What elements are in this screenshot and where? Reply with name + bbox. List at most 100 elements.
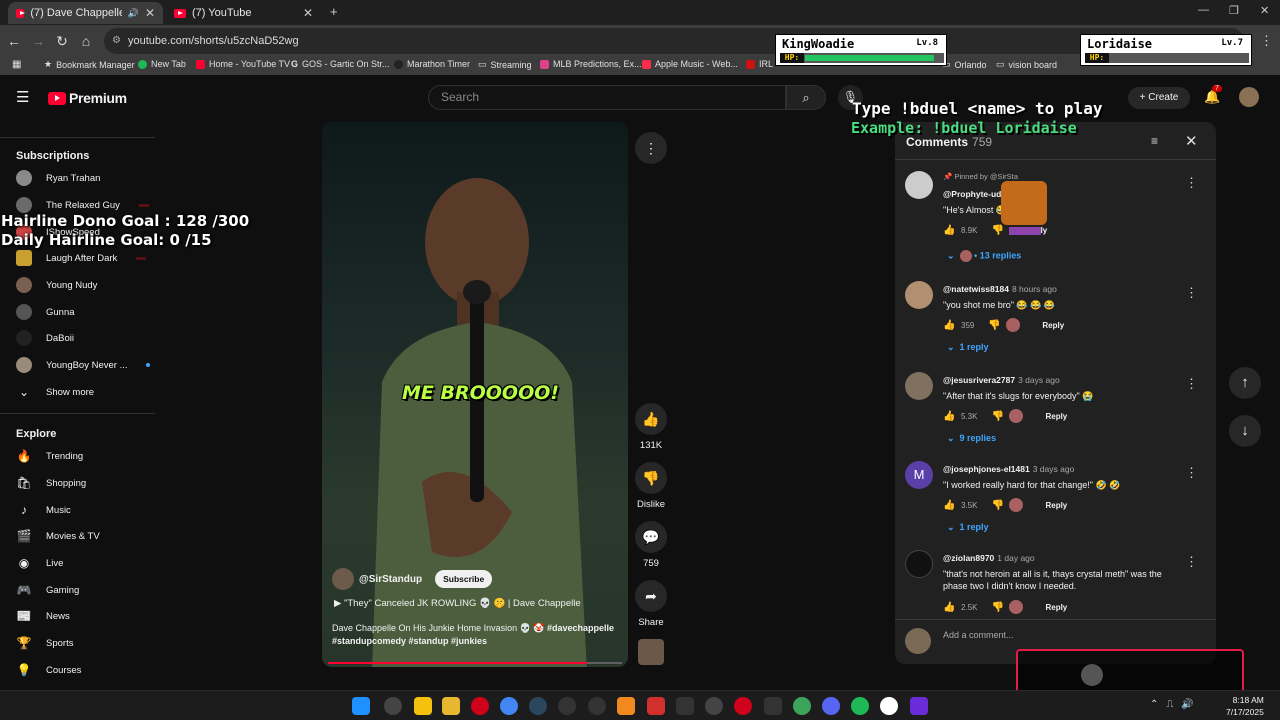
- thumbs-down-icon[interactable]: 👎: [991, 602, 1003, 613]
- shorts-video-player[interactable]: ME BROOOOO! @SirStandup Subscribe ▶ "The…: [322, 122, 628, 667]
- commenter-avatar[interactable]: [905, 372, 933, 400]
- bookmark-item[interactable]: MLB Predictions, Ex...: [540, 59, 642, 69]
- search-button[interactable]: ⌕: [786, 85, 826, 110]
- previous-short-button[interactable]: ↑: [1229, 367, 1261, 399]
- audacity-icon[interactable]: [617, 697, 635, 715]
- thumbs-down-icon[interactable]: 👎: [988, 320, 1000, 331]
- bookmark-item[interactable]: New Tab: [138, 59, 186, 69]
- sidebar-item-courses[interactable]: 💡 Courses: [16, 660, 82, 680]
- forward-icon[interactable]: →: [30, 33, 46, 49]
- channel-name[interactable]: @SirStandup: [359, 574, 422, 585]
- subscribe-button[interactable]: Subscribe: [435, 570, 493, 588]
- sidebar-item-young-nudy[interactable]: Young Nudy: [16, 275, 97, 295]
- thumbs-up-icon[interactable]: 👍: [943, 320, 955, 331]
- app-icon[interactable]: [910, 697, 928, 715]
- chevron-up-icon[interactable]: ⌃: [1150, 699, 1158, 710]
- sidebar-item-sports[interactable]: 🏆 Sports: [16, 633, 74, 653]
- thumbs-up-icon[interactable]: 👍: [943, 225, 955, 236]
- obs-icon[interactable]: [705, 697, 723, 715]
- volume-icon[interactable]: 🔊: [1181, 699, 1193, 710]
- comment-author[interactable]: @jesusrivera2787 3 days ago: [943, 375, 1060, 385]
- sidebar-item-shopping[interactable]: 🛍 Shopping: [16, 473, 86, 493]
- comments-button[interactable]: 💬 759: [634, 521, 668, 569]
- view-replies-button[interactable]: ⌄ 9 replies: [947, 433, 996, 444]
- bookmark-item[interactable]: ▭ vision board: [996, 59, 1057, 70]
- thumbs-down-icon[interactable]: 👎: [991, 225, 1003, 236]
- more-options-button[interactable]: ⋮: [634, 132, 668, 169]
- commenter-avatar[interactable]: [905, 281, 933, 309]
- dislike-button[interactable]: 👎 Dislike: [634, 462, 668, 510]
- reply-button[interactable]: Reply: [1045, 501, 1067, 510]
- new-tab-icon[interactable]: +: [330, 4, 338, 19]
- comment-author[interactable]: @natetwiss8184 8 hours ago: [943, 284, 1057, 294]
- view-replies-button[interactable]: ⌄ 1 reply: [947, 522, 989, 533]
- close-tab-icon[interactable]: ✕: [145, 6, 155, 20]
- sidebar-item-music[interactable]: ♪ Music: [16, 500, 71, 520]
- playlist-link[interactable]: ▶ "They" Canceled JK ROWLING 💀 🤫 | Dave …: [334, 598, 581, 609]
- sidebar-item-laugh-after-dark[interactable]: Laugh After Dark: [16, 248, 147, 268]
- app-icon[interactable]: [764, 697, 782, 715]
- spotify-icon[interactable]: [851, 697, 869, 715]
- bookmark-item[interactable]: Marathon Timer: [394, 59, 470, 69]
- bookmark-item[interactable]: ▭ Streaming: [478, 59, 532, 70]
- comment-author[interactable]: @Prophyte-ud: [943, 189, 1001, 199]
- windows-start-icon[interactable]: [352, 697, 370, 715]
- account-avatar[interactable]: [1239, 87, 1259, 107]
- discord-icon[interactable]: [822, 697, 840, 715]
- sidebar-item-live[interactable]: ◉ Live: [16, 553, 64, 573]
- bookmark-item[interactable]: ★ Bookmark Manager: [44, 59, 135, 70]
- bookmark-item[interactable]: Home - YouTube TV: [196, 59, 290, 69]
- comment-menu-icon[interactable]: ⋮: [1185, 175, 1198, 191]
- app-icon[interactable]: [734, 697, 752, 715]
- network-icon[interactable]: ⎍: [1166, 699, 1173, 710]
- notifications-button[interactable]: 🔔 7: [1204, 85, 1222, 105]
- back-icon[interactable]: ←: [6, 33, 22, 49]
- file-explorer-icon[interactable]: [442, 697, 460, 715]
- thumbs-down-icon[interactable]: 👎: [991, 500, 1003, 511]
- bookmark-item[interactable]: Apple Music - Web...: [642, 59, 738, 69]
- sticky-notes-icon[interactable]: [414, 697, 432, 715]
- search-input[interactable]: Search: [428, 85, 786, 110]
- commenter-avatar[interactable]: [905, 171, 933, 199]
- comment-menu-icon[interactable]: ⋮: [1185, 465, 1198, 481]
- reply-button[interactable]: Reply: [1045, 412, 1067, 421]
- create-button[interactable]: + Create: [1128, 87, 1190, 109]
- comment-menu-icon[interactable]: ⋮: [1185, 285, 1198, 301]
- thumbs-down-icon[interactable]: 👎: [991, 411, 1003, 422]
- app-icon[interactable]: [647, 697, 665, 715]
- tab-youtube[interactable]: (7) YouTube ✕: [166, 2, 321, 24]
- opera-icon[interactable]: [471, 697, 489, 715]
- sort-icon[interactable]: ≡: [1151, 134, 1158, 148]
- comment-menu-icon[interactable]: ⋮: [1185, 376, 1198, 392]
- reply-button[interactable]: Reply: [1042, 321, 1064, 330]
- tab-dave-chappelle[interactable]: (7) Dave Chappelle On His 🔊 ✕: [8, 2, 163, 24]
- youtube-premium-logo[interactable]: Premium: [48, 90, 127, 106]
- task-view-icon[interactable]: [384, 697, 402, 715]
- next-short-button[interactable]: ↓: [1229, 415, 1261, 447]
- minimize-icon[interactable]: —: [1198, 4, 1209, 16]
- sidebar-item-daboii[interactable]: DaBoii: [16, 328, 74, 348]
- comment-author[interactable]: @ziolan8970 1 day ago: [943, 553, 1035, 563]
- thumbs-up-icon[interactable]: 👍: [943, 411, 955, 422]
- view-replies-button[interactable]: ⌄ 1 reply: [947, 342, 989, 353]
- share-button[interactable]: ➦ Share: [634, 580, 668, 628]
- close-window-icon[interactable]: ✕: [1260, 4, 1269, 17]
- bookmark-item[interactable]: IRL: [746, 59, 773, 69]
- view-replies-button[interactable]: ⌄ • 13 replies: [947, 250, 1021, 262]
- like-button[interactable]: 👍 131K: [634, 403, 668, 451]
- sidebar-item-news[interactable]: 📰 News: [16, 606, 70, 626]
- apps-grid-icon[interactable]: ▦: [12, 59, 21, 70]
- sidebar-item-ryan-trahan[interactable]: Ryan Trahan: [16, 168, 100, 188]
- sidebar-item-movies[interactable]: 🎬 Movies & TV: [16, 526, 100, 546]
- comment-author[interactable]: @josephjones-el1481 3 days ago: [943, 464, 1074, 474]
- sidebar-item-gunna[interactable]: Gunna: [16, 302, 75, 322]
- bookmark-item[interactable]: G GOS - Gartic On Str...: [291, 59, 390, 69]
- sidebar-item-youngboy[interactable]: YoungBoy Never ...: [16, 355, 150, 375]
- commenter-avatar[interactable]: M: [905, 461, 933, 489]
- app-icon[interactable]: [880, 697, 898, 715]
- 4k-downloader-icon[interactable]: [588, 697, 606, 715]
- browser-menu-icon[interactable]: ⋮: [1260, 33, 1273, 49]
- thumbs-up-icon[interactable]: 👍: [943, 500, 955, 511]
- add-comment-input[interactable]: Add a comment...: [943, 630, 1014, 640]
- thumbs-up-icon[interactable]: 👍: [943, 602, 955, 613]
